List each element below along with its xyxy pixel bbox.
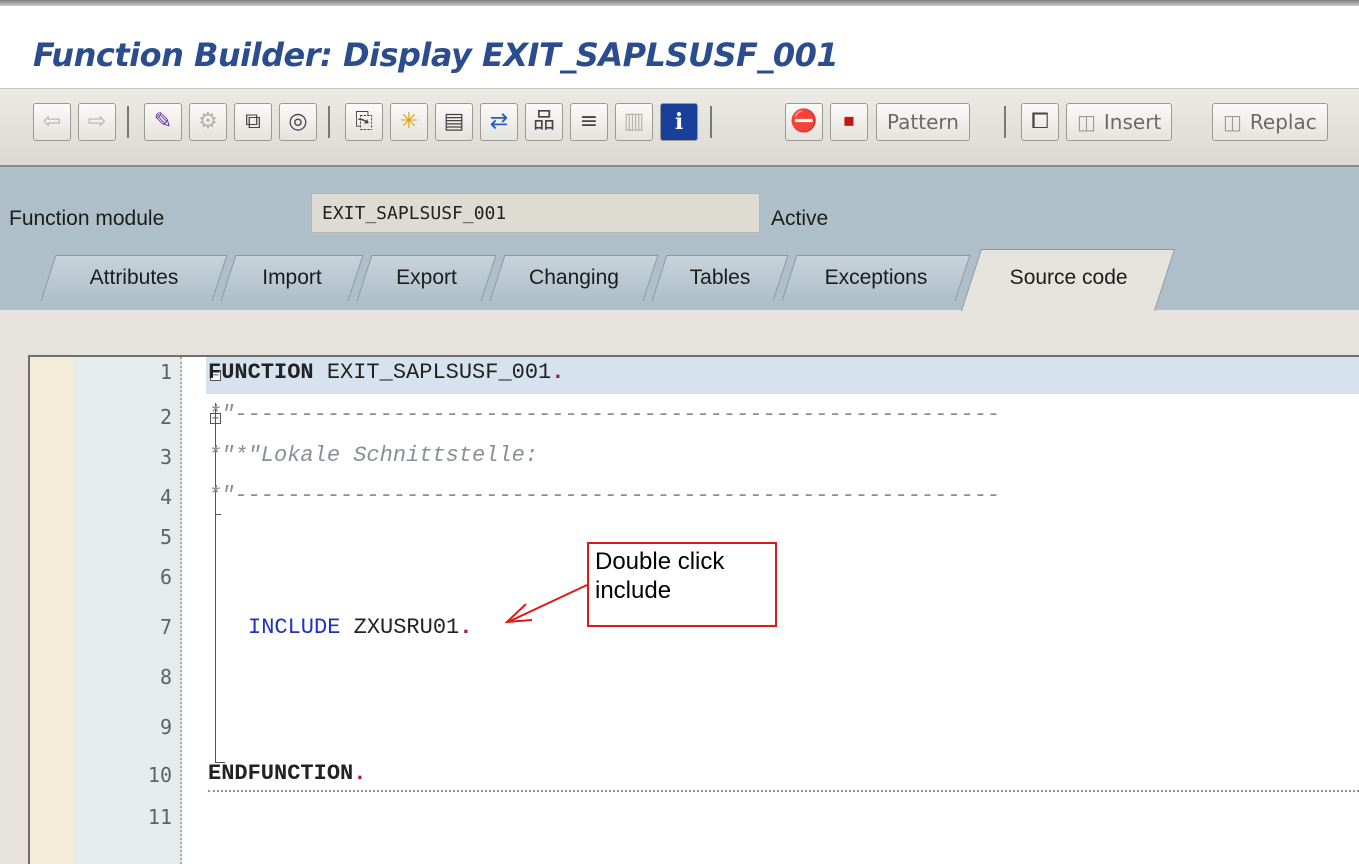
line-number: 7 bbox=[159, 615, 172, 639]
replace-button[interactable]: ◫ Replac bbox=[1212, 103, 1328, 141]
tab-tables[interactable]: Tables bbox=[651, 255, 789, 301]
header-panel: Function module EXIT_SAPLSUSF_001 Active… bbox=[0, 167, 1359, 311]
display-change-button[interactable]: ✎ bbox=[144, 103, 182, 141]
line-number: 4 bbox=[159, 485, 172, 509]
code-line: *"--------------------------------------… bbox=[208, 483, 1001, 508]
toolbar-separator bbox=[328, 106, 330, 138]
annotation-callout: Double click include bbox=[587, 542, 777, 627]
navigation-window-button[interactable]: ⇄ bbox=[480, 103, 518, 141]
tab-export[interactable]: Export bbox=[356, 255, 497, 301]
list-icon: ▥ bbox=[623, 109, 645, 134]
where-used-button[interactable]: ✳ bbox=[390, 103, 428, 141]
other-object-button[interactable]: ⧉ bbox=[234, 103, 272, 141]
period: . bbox=[459, 615, 473, 640]
keyword: ENDFUNCTION bbox=[208, 761, 354, 786]
editor-gutter bbox=[30, 357, 74, 864]
activate-icon: ⎘ bbox=[355, 109, 373, 134]
line-number: 8 bbox=[159, 665, 172, 689]
hierarchy-button[interactable]: 品 bbox=[525, 103, 563, 141]
tab-label: Export bbox=[396, 266, 457, 289]
period: . bbox=[551, 360, 565, 385]
main-area: Function module EXIT_SAPLSUSF_001 Active… bbox=[0, 167, 1359, 864]
line-number: 1 bbox=[159, 360, 172, 384]
other-object-icon: ⧉ bbox=[245, 109, 261, 134]
session-breakpoint-icon: ⏹ bbox=[843, 109, 855, 134]
tab-label: Source code bbox=[1009, 266, 1128, 289]
line-number: 2 bbox=[159, 405, 172, 429]
info-icon: i bbox=[674, 109, 684, 135]
where-used-icon: ✳ bbox=[399, 109, 419, 134]
include-name[interactable]: ZXUSRU01 bbox=[340, 615, 460, 640]
title-bar: Function Builder: Display EXIT_SAPLSUSF_… bbox=[0, 6, 1359, 88]
code-line: FUNCTION EXIT_SAPLSUSF_001. bbox=[208, 360, 564, 385]
annotation-text: Double click bbox=[595, 548, 725, 575]
set-session-breakpoint-button[interactable]: ⏹ bbox=[830, 103, 868, 141]
pattern-label: Pattern bbox=[887, 110, 959, 134]
stack-button[interactable]: ≡ bbox=[570, 103, 608, 141]
tab-changing[interactable]: Changing bbox=[489, 255, 659, 301]
function-name: EXIT_SAPLSUSF_001 bbox=[313, 360, 552, 385]
application-toolbar: ⇦ ⇨ ✎ ⚙ ⧉ ◎ ⎘ ✳ ▤ ⇄ 品 ≡ ▥ i ⛔ ⏹ Pattern … bbox=[0, 88, 1359, 168]
insert-label: Insert bbox=[1103, 110, 1162, 134]
code-line: *"*"Lokale Schnittstelle: bbox=[208, 443, 539, 468]
back-button[interactable]: ⇦ bbox=[33, 103, 71, 141]
tab-label: Attributes bbox=[89, 266, 179, 289]
pencil-glasses-icon: ✎ bbox=[153, 109, 173, 134]
hierarchy-icon: 品 bbox=[532, 109, 555, 134]
back-arrow-icon: ⇦ bbox=[42, 109, 62, 134]
line-number: 6 bbox=[159, 565, 172, 589]
toolbar-separator bbox=[127, 106, 129, 138]
pretty-printer-icon: ⧠ bbox=[1031, 109, 1049, 134]
tab-source-code[interactable]: Source code bbox=[960, 249, 1176, 311]
page-title: Function Builder: Display EXIT_SAPLSUSF_… bbox=[33, 36, 839, 74]
breakpoint-icon: ⛔ bbox=[790, 109, 818, 134]
active-inactive-icon: ⚙ bbox=[198, 109, 218, 134]
line-number: 5 bbox=[159, 525, 172, 549]
status-text: Active bbox=[771, 207, 829, 230]
forward-arrow-icon: ⇨ bbox=[87, 109, 107, 134]
line-number: 3 bbox=[159, 445, 172, 469]
object-list-icon: ▤ bbox=[443, 109, 465, 134]
tab-label: Import bbox=[262, 266, 322, 289]
pretty-printer-button[interactable]: ⧠ bbox=[1021, 103, 1059, 141]
insert-button[interactable]: ◫ Insert bbox=[1066, 103, 1173, 141]
period: . bbox=[353, 761, 367, 786]
check-icon: ◎ bbox=[288, 109, 308, 134]
line-number: 9 bbox=[159, 715, 172, 739]
tab-label: Changing bbox=[529, 266, 619, 289]
toolbar-separator bbox=[1004, 106, 1006, 138]
code-line: ENDFUNCTION. bbox=[208, 761, 366, 786]
navigation-window-icon: ⇄ bbox=[489, 109, 509, 134]
function-module-field[interactable]: EXIT_SAPLSUSF_001 bbox=[311, 193, 760, 233]
activate-button[interactable]: ⎘ bbox=[345, 103, 383, 141]
insert-icon: ◫ bbox=[1077, 110, 1096, 134]
display-object-list-button[interactable]: ▤ bbox=[435, 103, 473, 141]
tab-label: Exceptions bbox=[824, 266, 928, 289]
tab-exceptions[interactable]: Exceptions bbox=[781, 255, 971, 301]
replace-icon: ◫ bbox=[1223, 110, 1242, 134]
tab-label: Tables bbox=[689, 266, 751, 289]
set-breakpoint-button[interactable]: ⛔ bbox=[785, 103, 823, 141]
line-numbers: 1 2 3 4 5 6 7 8 9 10 11 bbox=[74, 357, 182, 864]
include-keyword: INCLUDE bbox=[248, 615, 341, 640]
list-button[interactable]: ▥ bbox=[615, 103, 653, 141]
code-line: *"--------------------------------------… bbox=[208, 402, 1001, 427]
stack-icon: ≡ bbox=[579, 109, 599, 134]
line-number: 11 bbox=[147, 805, 172, 829]
code-line[interactable]: INCLUDE ZXUSRU01. bbox=[248, 615, 472, 640]
toolbar-separator bbox=[710, 106, 712, 138]
annotation-text: include bbox=[595, 577, 672, 604]
pattern-button[interactable]: Pattern bbox=[876, 103, 970, 141]
keyword: FUNCTION bbox=[208, 360, 314, 385]
tab-strip: Attributes Import Export Changing Tables… bbox=[0, 249, 1359, 311]
check-button[interactable]: ◎ bbox=[279, 103, 317, 141]
tab-attributes[interactable]: Attributes bbox=[40, 255, 228, 301]
forward-button[interactable]: ⇨ bbox=[78, 103, 116, 141]
line-number: 10 bbox=[147, 763, 172, 787]
info-button[interactable]: i bbox=[660, 103, 698, 141]
replace-label: Replac bbox=[1249, 110, 1317, 134]
tab-import[interactable]: Import bbox=[220, 255, 364, 301]
function-module-label: Function module bbox=[9, 207, 165, 230]
active-inactive-button[interactable]: ⚙ bbox=[189, 103, 227, 141]
